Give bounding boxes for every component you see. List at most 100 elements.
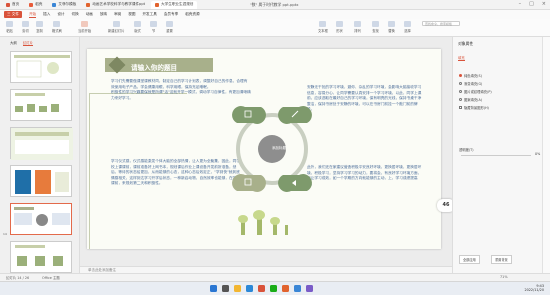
tab-fill[interactable]: 填充 (458, 55, 465, 61)
theme-name: Office 主题 (42, 276, 60, 280)
section-button[interactable]: 节 (150, 21, 157, 33)
menu-item-member[interactable]: 会员专享 (164, 12, 178, 17)
app-icon[interactable] (306, 285, 313, 292)
slide-number: 14 (3, 232, 7, 236)
maximize-icon[interactable]: □ (529, 1, 534, 7)
slide-thumbnail[interactable] (10, 89, 72, 121)
menu-item-devtools[interactable]: 开发工具 (142, 12, 156, 17)
minimize-icon[interactable]: – (519, 1, 522, 7)
slide-thumbnail[interactable] (10, 51, 72, 83)
center-label: 添加标题 (271, 146, 287, 150)
new-slide-button[interactable]: 新建幻灯片 (108, 21, 124, 33)
fill-option-gradient[interactable]: 渐变填充(G) (459, 81, 482, 86)
new-slide-icon (112, 21, 120, 27)
checkbox-icon (459, 106, 462, 109)
fill-option-solid[interactable]: 纯色填充(S) (459, 73, 482, 78)
ppt-icon (155, 2, 160, 7)
option-label: 隐藏背景图形(H) (464, 106, 489, 110)
option-label: 图案填充(A) (464, 98, 483, 102)
slide-canvas: 请输入你的题目 学习们先需要做课堂课教材同，制定自己的学习计划表，调整好自己的作… (80, 37, 452, 267)
system-clock[interactable]: 9:43 2022/11/20 (524, 284, 544, 293)
select-button[interactable]: 选择 (404, 21, 411, 33)
button-label: 重置 (166, 29, 173, 33)
reset-button[interactable]: 重置 (166, 21, 173, 33)
button-label: 复制 (36, 29, 43, 33)
format-painter-button[interactable]: 格式刷 (52, 21, 62, 33)
close-icon[interactable]: × (542, 1, 546, 7)
app-icon[interactable] (294, 285, 301, 292)
paste-button[interactable]: 粘贴 (6, 21, 13, 33)
menu-item-insert[interactable]: 插入 (43, 12, 50, 17)
tab-outline[interactable]: 大纲 (10, 40, 17, 46)
leaf-top-left[interactable] (232, 106, 266, 124)
menu-item-animation[interactable]: 动画 (86, 12, 93, 17)
zoom-level[interactable]: 71% (500, 275, 508, 279)
leaf-top-right[interactable] (278, 106, 312, 124)
leaf-bottom-left[interactable] (232, 174, 266, 192)
option-label: 纯色填充(S) (464, 74, 482, 78)
play-from-current-button[interactable]: 当前开始 (78, 21, 91, 33)
brush-icon (53, 21, 61, 27)
menu-item-transition[interactable]: 切换 (72, 12, 79, 17)
transparency-slider[interactable] (461, 155, 531, 156)
radio-icon (459, 90, 462, 93)
replace-button[interactable]: 替换 (388, 21, 395, 33)
plant-illustration (238, 210, 288, 235)
transparency-value[interactable]: 0% (535, 152, 540, 156)
menu-item-design[interactable]: 设计 (57, 12, 64, 17)
shape-button[interactable]: 形状 (336, 21, 343, 33)
menu-item-start[interactable]: 开始 (28, 12, 37, 18)
start-icon[interactable] (210, 285, 217, 292)
label-text: 透明度(T) (459, 148, 474, 152)
tab-slides[interactable]: 幻灯片 (22, 40, 33, 46)
find-button[interactable]: 查找 (372, 21, 379, 33)
fill-option-pattern[interactable]: 图案填充(A) (459, 97, 482, 102)
menu-item-view[interactable]: 视图 (128, 12, 135, 17)
hide-background-checkbox[interactable]: 隐藏背景图形(H) (459, 105, 489, 110)
menu-bar: 三 文件 开始 插入 设计 切换 动画 放映 审阅 视图 开发工具 会员专享 稻… (0, 10, 550, 19)
tab-label: 首页 (12, 2, 20, 6)
slide-counter: 幻灯片 14 / 26 (6, 276, 30, 280)
wps-icon[interactable] (258, 285, 265, 292)
menu-item-review[interactable]: 审阅 (114, 12, 121, 17)
slide-title[interactable]: 请输入你的题目 (131, 62, 177, 72)
search-icon[interactable] (222, 285, 229, 292)
folder-icon[interactable] (234, 285, 241, 292)
cut-button[interactable]: 剪切 (22, 21, 29, 33)
layout-icon (134, 21, 141, 27)
button-label: 查找 (372, 29, 379, 33)
wechat-icon[interactable] (270, 285, 277, 292)
textbox-button[interactable]: 文本框 (318, 21, 328, 33)
apply-all-button[interactable]: 全部应用 (459, 255, 480, 264)
copy-button[interactable]: 复制 (36, 21, 43, 33)
tab-daoke[interactable]: 稻壳 (25, 1, 46, 9)
slide-thumbnail[interactable] (10, 241, 72, 273)
fill-option-picture[interactable]: 图片或纹理填充(P) (459, 89, 492, 94)
button-label: 剪切 (22, 29, 29, 33)
thumbnail-preview (15, 245, 63, 266)
command-search-input[interactable]: 查找命令、搜索模板 (422, 21, 460, 26)
file-menu-button[interactable]: 三 文件 (4, 11, 22, 18)
side-toolbar (542, 37, 550, 273)
menu-item-resources[interactable]: 稻壳资源 (185, 12, 199, 17)
doc-icon (52, 2, 57, 7)
arrange-button[interactable]: 排列 (354, 21, 361, 33)
menu-item-slideshow[interactable]: 放映 (100, 12, 107, 17)
notes-input[interactable]: 单击此处添加备注 (80, 266, 452, 273)
ppt-app-icon[interactable] (282, 285, 289, 292)
slide-thumbnail-selected[interactable]: 14 (3, 203, 72, 236)
layout-button[interactable]: 版式 (134, 21, 141, 33)
browser-icon[interactable] (246, 285, 253, 292)
thumbnail-preview (14, 55, 70, 78)
tab-doc-2[interactable]: 动画艺术学校科学与教学课件ppt (82, 1, 149, 9)
slide-thumbnail[interactable] (10, 127, 73, 160)
slide[interactable]: 请输入你的题目 学习们先需要做课堂课教材同，制定自己的学习计划表，调整好自己的作… (87, 49, 441, 249)
transparency-label: 透明度(T) (459, 147, 473, 152)
tab-doc-3[interactable]: 大学生职业生涯规划 (151, 0, 198, 9)
reset-background-button[interactable]: 重置背景 (491, 255, 512, 264)
slide-thumbnail[interactable] (10, 165, 72, 197)
tab-doc-1[interactable]: 艾菲尔模板 (48, 1, 80, 9)
panel-title: 对象属性 (458, 41, 474, 46)
tab-home[interactable]: 首页 (2, 1, 23, 9)
ppt-icon (86, 2, 91, 7)
